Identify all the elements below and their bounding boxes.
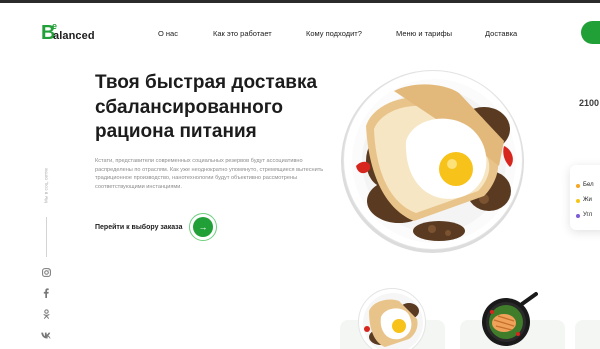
instagram-icon[interactable] xyxy=(40,266,52,278)
legend-dot-carbs xyxy=(576,214,580,218)
vk-icon[interactable] xyxy=(40,329,52,341)
top-border xyxy=(0,0,600,3)
social-follow-label: Мы в соц. сетях xyxy=(42,163,50,211)
legend-dot-fat xyxy=(576,199,580,203)
nav-item-how-it-works[interactable]: Как это работает xyxy=(213,29,272,38)
food-plate-image xyxy=(343,70,523,250)
facebook-icon[interactable] xyxy=(40,287,52,299)
order-arrow-button[interactable]: → xyxy=(193,217,213,237)
legend-item-carbs: Угл xyxy=(583,212,593,218)
odnoklassniki-icon[interactable] xyxy=(40,308,52,320)
menu-card[interactable] xyxy=(575,320,600,349)
dish-thumbnail-egg-toast xyxy=(358,288,426,349)
nav-item-menu-tariffs[interactable]: Меню и тарифы xyxy=(396,29,452,38)
hero-title-line-3: рациона питания xyxy=(95,121,257,142)
price-value: 2100 xyxy=(579,98,600,108)
arrow-right-icon: → xyxy=(198,222,208,232)
nav-item-about[interactable]: О нас xyxy=(158,29,178,38)
header-cta-button[interactable] xyxy=(581,21,600,44)
nav-item-who-fits[interactable]: Кому подходит? xyxy=(306,29,362,38)
order-link[interactable]: Перейти к выбору заказа xyxy=(95,223,182,232)
social-follow-text: Мы в соц. сетях xyxy=(44,167,50,204)
dish-thumbnail-chicken-pan xyxy=(478,290,538,349)
hero-description: Кстати, представители современных социал… xyxy=(95,158,324,190)
legend-item-fat: Жи xyxy=(583,197,592,203)
hero-title-line-2: сбалансированного xyxy=(95,96,284,118)
hero-title: Твоя быстрая доставка сбалансированного … xyxy=(95,71,345,145)
social-divider xyxy=(46,217,47,257)
legend-dot-protein xyxy=(576,184,580,188)
nav-item-delivery[interactable]: Доставка xyxy=(485,29,517,38)
legend-item-protein: Бел xyxy=(583,182,594,188)
logo-wordmark: alanced xyxy=(53,30,95,42)
hero-title-line-1: Твоя быстрая доставка xyxy=(95,72,318,93)
